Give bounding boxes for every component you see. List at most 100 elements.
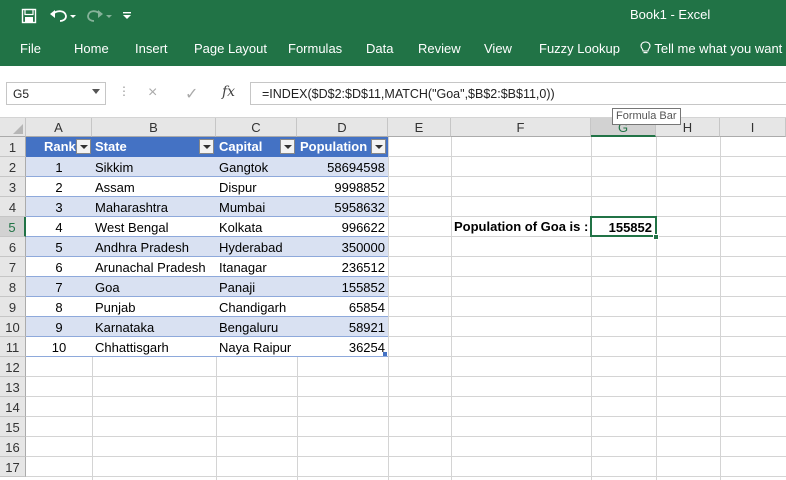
select-all-button[interactable] bbox=[0, 118, 26, 137]
cell-population[interactable]: 996622 bbox=[297, 217, 385, 237]
row-header-13[interactable]: 13 bbox=[0, 377, 26, 397]
worksheet-grid[interactable]: A B C D E F G H I 1 2 3 4 5 6 7 8 9 10 1… bbox=[0, 118, 786, 480]
cell-state[interactable]: Punjab bbox=[95, 297, 135, 317]
cell-rank[interactable]: 6 bbox=[26, 257, 92, 277]
header-population[interactable]: Population bbox=[300, 139, 367, 154]
tell-me-box[interactable]: Tell me what you want to bbox=[640, 41, 786, 56]
cancel-icon[interactable]: × bbox=[148, 84, 157, 102]
cell-capital[interactable]: Dispur bbox=[219, 177, 257, 197]
insert-function-button[interactable]: fx bbox=[222, 84, 235, 100]
cell-population[interactable]: 36254 bbox=[297, 337, 385, 357]
cell-capital[interactable]: Kolkata bbox=[219, 217, 262, 237]
row-header-16[interactable]: 16 bbox=[0, 437, 26, 457]
tab-review[interactable]: Review bbox=[418, 41, 461, 56]
cell-capital[interactable]: Naya Raipur bbox=[219, 337, 291, 357]
row-header-6[interactable]: 6 bbox=[0, 237, 26, 257]
row-header-15[interactable]: 15 bbox=[0, 417, 26, 437]
header-capital[interactable]: Capital bbox=[219, 139, 262, 154]
row-header-12[interactable]: 12 bbox=[0, 357, 26, 377]
tab-view[interactable]: View bbox=[484, 41, 512, 56]
column-header-c[interactable]: C bbox=[216, 118, 297, 137]
column-header-e[interactable]: E bbox=[388, 118, 451, 137]
filter-dropdown-icon[interactable] bbox=[371, 139, 386, 154]
cell-state[interactable]: West Bengal bbox=[95, 217, 168, 237]
filter-dropdown-icon[interactable] bbox=[199, 139, 214, 154]
formula-bar-grip-icon[interactable]: ⋮ bbox=[118, 84, 130, 98]
cell-capital[interactable]: Panaji bbox=[219, 277, 255, 297]
cell-population[interactable]: 236512 bbox=[297, 257, 385, 277]
tab-fuzzy-lookup[interactable]: Fuzzy Lookup bbox=[539, 41, 620, 56]
cell-rank[interactable]: 9 bbox=[26, 317, 92, 337]
row-header-11[interactable]: 11 bbox=[0, 337, 26, 357]
cell-population[interactable]: 5958632 bbox=[297, 197, 385, 217]
cell-rank[interactable]: 4 bbox=[26, 217, 92, 237]
row-header-7[interactable]: 7 bbox=[0, 257, 26, 277]
row-header-17[interactable]: 17 bbox=[0, 457, 26, 477]
gridline bbox=[591, 137, 592, 480]
cell-capital[interactable]: Mumbai bbox=[219, 197, 265, 217]
row-header-1[interactable]: 1 bbox=[0, 137, 26, 157]
cell-state[interactable]: Chhattisgarh bbox=[95, 337, 169, 357]
cell-rank[interactable]: 5 bbox=[26, 237, 92, 257]
cell-rank[interactable]: 8 bbox=[26, 297, 92, 317]
redo-icon[interactable] bbox=[84, 6, 114, 26]
cell-state[interactable]: Andhra Pradesh bbox=[95, 237, 189, 257]
save-icon[interactable] bbox=[18, 6, 40, 26]
formula-input[interactable]: =INDEX($D$2:$D$11,MATCH("Goa",$B$2:$B$11… bbox=[250, 82, 786, 105]
cell-capital[interactable]: Gangtok bbox=[219, 157, 268, 177]
cell-rank[interactable]: 10 bbox=[26, 337, 92, 357]
tab-insert[interactable]: Insert bbox=[135, 41, 168, 56]
tab-file[interactable]: File bbox=[20, 41, 41, 56]
cell-capital[interactable]: Itanagar bbox=[219, 257, 267, 277]
cell-population[interactable]: 58921 bbox=[297, 317, 385, 337]
cell-population[interactable]: 350000 bbox=[297, 237, 385, 257]
row-header-4[interactable]: 4 bbox=[0, 197, 26, 217]
row-header-5[interactable]: 5 bbox=[0, 217, 26, 237]
filter-dropdown-icon[interactable] bbox=[280, 139, 295, 154]
row-header-14[interactable]: 14 bbox=[0, 397, 26, 417]
column-header-a[interactable]: A bbox=[26, 118, 92, 137]
cell-state[interactable]: Karnataka bbox=[95, 317, 154, 337]
customize-qat-icon[interactable] bbox=[120, 6, 134, 26]
cell-capital[interactable]: Chandigarh bbox=[219, 297, 286, 317]
tab-page-layout[interactable]: Page Layout bbox=[194, 41, 267, 56]
cell-capital[interactable]: Bengaluru bbox=[219, 317, 278, 337]
cell-state[interactable]: Sikkim bbox=[95, 157, 133, 177]
header-rank[interactable]: Rank bbox=[44, 139, 76, 154]
tab-formulas[interactable]: Formulas bbox=[288, 41, 342, 56]
row-header-2[interactable]: 2 bbox=[0, 157, 26, 177]
tab-home[interactable]: Home bbox=[74, 41, 109, 56]
result-label[interactable]: Population of Goa is : bbox=[454, 219, 588, 234]
header-state[interactable]: State bbox=[95, 139, 127, 154]
row-header-3[interactable]: 3 bbox=[0, 177, 26, 197]
filter-dropdown-icon[interactable] bbox=[76, 139, 91, 154]
enter-icon[interactable]: ✓ bbox=[185, 84, 198, 104]
cell-rank[interactable]: 1 bbox=[26, 157, 92, 177]
cell-state[interactable]: Assam bbox=[95, 177, 135, 197]
row-header-8[interactable]: 8 bbox=[0, 277, 26, 297]
column-header-d[interactable]: D bbox=[297, 118, 388, 137]
name-box[interactable]: G5 bbox=[6, 82, 106, 105]
fill-handle[interactable] bbox=[653, 234, 659, 240]
cell-population[interactable]: 155852 bbox=[297, 277, 385, 297]
column-header-i[interactable]: I bbox=[720, 118, 786, 137]
cell-population[interactable]: 58694598 bbox=[297, 157, 385, 177]
tab-data[interactable]: Data bbox=[366, 41, 393, 56]
column-header-f[interactable]: F bbox=[451, 118, 591, 137]
row-header-9[interactable]: 9 bbox=[0, 297, 26, 317]
column-header-b[interactable]: B bbox=[92, 118, 216, 137]
cell-state[interactable]: Goa bbox=[95, 277, 120, 297]
cell-state[interactable]: Maharashtra bbox=[95, 197, 168, 217]
active-cell-g5[interactable]: 155852 bbox=[590, 216, 657, 237]
table-resize-handle[interactable] bbox=[383, 352, 387, 356]
cell-state[interactable]: Arunachal Pradesh bbox=[95, 257, 206, 277]
row-header-10[interactable]: 10 bbox=[0, 317, 26, 337]
cell-population[interactable]: 9998852 bbox=[297, 177, 385, 197]
undo-icon[interactable] bbox=[48, 6, 78, 26]
cell-rank[interactable]: 7 bbox=[26, 277, 92, 297]
cell-capital[interactable]: Hyderabad bbox=[219, 237, 283, 257]
cell-rank[interactable]: 3 bbox=[26, 197, 92, 217]
name-box-dropdown-icon[interactable] bbox=[92, 89, 100, 94]
cell-rank[interactable]: 2 bbox=[26, 177, 92, 197]
cell-population[interactable]: 65854 bbox=[297, 297, 385, 317]
